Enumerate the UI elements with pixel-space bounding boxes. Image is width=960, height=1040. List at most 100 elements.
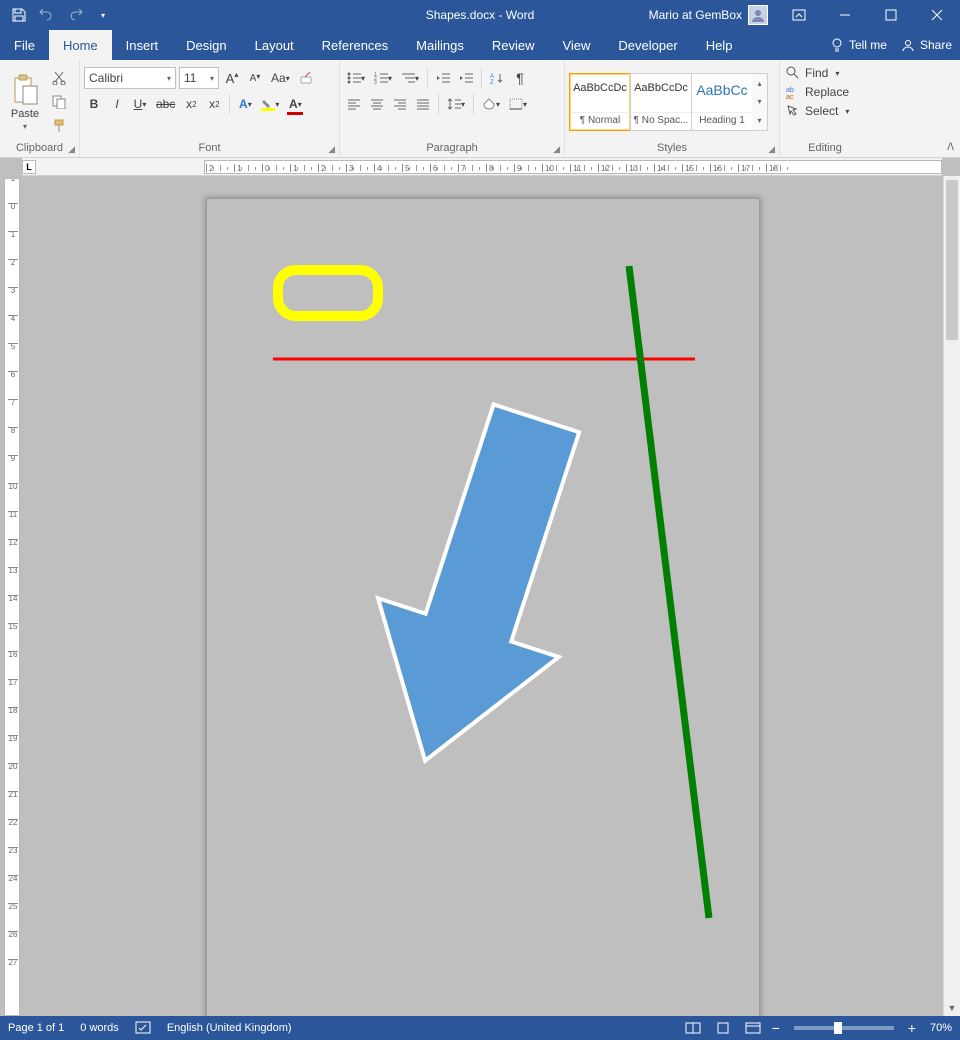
font-color-button[interactable]: A▾ (285, 93, 305, 115)
tab-mailings[interactable]: Mailings (402, 30, 478, 60)
decrease-font-button[interactable]: A▾ (245, 67, 265, 89)
highlight-button[interactable]: ▾ (258, 93, 282, 115)
zoom-level[interactable]: 70% (930, 1022, 952, 1034)
increase-indent-button[interactable] (456, 67, 476, 89)
save-button[interactable] (8, 4, 30, 26)
zoom-slider-thumb[interactable] (834, 1022, 842, 1034)
view-read-mode[interactable] (682, 1019, 704, 1037)
align-right-icon (393, 98, 407, 110)
zoom-out-button[interactable]: − (772, 1021, 780, 1035)
cut-icon (52, 71, 66, 85)
paste-button[interactable]: Paste ▾ (4, 72, 46, 133)
vertical-ruler[interactable]: 2101234567891011121314151617181920212223… (4, 178, 20, 1016)
replace-icon: abac (786, 85, 800, 99)
subscript-button[interactable]: x2 (181, 93, 201, 115)
view-web-layout[interactable] (742, 1019, 764, 1037)
increase-font-button[interactable]: A▴ (222, 67, 242, 89)
justify-button[interactable] (413, 93, 433, 115)
strikethrough-button[interactable]: abc (153, 93, 178, 115)
tell-me-search[interactable]: Tell me (830, 38, 887, 52)
tab-design[interactable]: Design (172, 30, 240, 60)
shading-button[interactable]: ▾ (479, 93, 503, 115)
redo-button[interactable] (64, 4, 86, 26)
document-page[interactable] (206, 198, 760, 1016)
minimize-button[interactable] (822, 0, 868, 30)
show-hide-button[interactable]: ¶ (510, 67, 530, 89)
view-print-layout[interactable] (712, 1019, 734, 1037)
line-spacing-button[interactable]: ▾ (444, 93, 468, 115)
qat-customize-button[interactable]: ▾ (92, 4, 114, 26)
svg-text:3: 3 (374, 80, 377, 84)
styles-gallery-more[interactable]: ▴▾▾ (752, 73, 768, 131)
tab-developer[interactable]: Developer (604, 30, 691, 60)
replace-button[interactable]: abac Replace (784, 84, 866, 100)
clear-formatting-button[interactable] (296, 67, 318, 89)
scroll-thumb[interactable] (946, 180, 958, 340)
zoom-in-button[interactable]: + (908, 1021, 916, 1035)
copy-icon (52, 95, 66, 109)
scroll-down-button[interactable]: ▼ (944, 999, 960, 1016)
align-left-button[interactable] (344, 93, 364, 115)
find-button[interactable]: Find▾ (784, 65, 866, 81)
bullets-button[interactable]: ▾ (344, 67, 368, 89)
zoom-slider[interactable] (794, 1026, 894, 1030)
italic-button[interactable]: I (107, 93, 127, 115)
share-button[interactable]: Share (901, 38, 952, 52)
multilevel-list-button[interactable]: ▾ (398, 67, 422, 89)
bold-button[interactable]: B (84, 93, 104, 115)
shape-rounded-rectangle[interactable] (273, 265, 383, 321)
paragraph-dialog-launcher[interactable]: ◢ (553, 142, 560, 156)
tab-home[interactable]: Home (49, 30, 112, 60)
tab-review[interactable]: Review (478, 30, 549, 60)
format-painter-button[interactable] (48, 115, 70, 137)
decrease-indent-button[interactable] (433, 67, 453, 89)
maximize-button[interactable] (868, 0, 914, 30)
title-bar: ▾ Shapes.docx - Word Mario at GemBox (0, 0, 960, 30)
shape-arrow-down[interactable] (356, 398, 596, 778)
sort-button[interactable]: AZ (487, 67, 507, 89)
status-words[interactable]: 0 words (80, 1022, 119, 1034)
undo-button[interactable] (36, 4, 58, 26)
clipboard-dialog-launcher[interactable]: ◢ (68, 142, 75, 156)
svg-text:ab: ab (786, 87, 794, 94)
change-case-button[interactable]: Aa▾ (268, 67, 293, 89)
account-area[interactable]: Mario at GemBox (649, 5, 768, 25)
format-painter-icon (52, 119, 66, 133)
style-heading-1[interactable]: AaBbCc Heading 1 (691, 73, 753, 131)
status-page[interactable]: Page 1 of 1 (8, 1022, 64, 1034)
font-family-combo[interactable]: Calibri▾ (84, 67, 176, 89)
sort-icon: AZ (490, 72, 504, 84)
paste-icon (11, 74, 39, 106)
copy-button[interactable] (48, 91, 70, 113)
tab-help[interactable]: Help (692, 30, 747, 60)
style-no-spacing[interactable]: AaBbCcDc ¶ No Spac... (630, 73, 692, 131)
tab-insert[interactable]: Insert (112, 30, 173, 60)
multilevel-icon (401, 72, 415, 84)
horizontal-ruler[interactable]: L 210123456789101112131415161718 (22, 158, 942, 176)
font-dialog-launcher[interactable]: ◢ (328, 142, 335, 156)
status-language[interactable]: English (United Kingdom) (167, 1022, 292, 1034)
tab-layout[interactable]: Layout (241, 30, 308, 60)
align-center-button[interactable] (367, 93, 387, 115)
style-normal[interactable]: AaBbCcDc ¶ Normal (569, 73, 631, 131)
close-button[interactable] (914, 0, 960, 30)
collapse-ribbon-button[interactable]: ᐱ (947, 142, 954, 153)
styles-dialog-launcher[interactable]: ◢ (768, 142, 775, 156)
borders-button[interactable]: ▾ (506, 93, 530, 115)
align-right-button[interactable] (390, 93, 410, 115)
superscript-button[interactable]: x2 (204, 93, 224, 115)
underline-button[interactable]: U▾ (130, 93, 150, 115)
vertical-scrollbar[interactable]: ▲ ▼ (943, 176, 960, 1016)
text-effects-button[interactable]: A▾ (235, 93, 255, 115)
tab-view[interactable]: View (548, 30, 604, 60)
tab-selector[interactable]: L (22, 160, 36, 174)
cut-button[interactable] (48, 67, 70, 89)
spellcheck-icon[interactable] (135, 1021, 151, 1035)
select-button[interactable]: Select▾ (784, 103, 866, 119)
tab-file[interactable]: File (0, 30, 49, 60)
font-size-combo[interactable]: 11▾ (179, 67, 219, 89)
tab-references[interactable]: References (308, 30, 402, 60)
ribbon-display-options-button[interactable] (776, 0, 822, 30)
shape-line-green[interactable] (621, 266, 717, 922)
numbering-button[interactable]: 123▾ (371, 67, 395, 89)
